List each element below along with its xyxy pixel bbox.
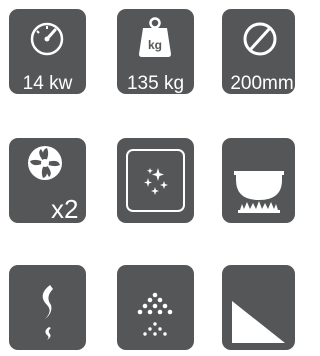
fan-icon: [28, 146, 62, 180]
dot-pattern-icon: [137, 292, 173, 336]
diameter-icon: [243, 22, 277, 56]
weight-tile: kg 135 kg: [117, 9, 194, 94]
pot-flame-icon: [234, 171, 284, 213]
clean-tile: [117, 138, 194, 223]
triangle-icon: [232, 301, 285, 343]
gauge-icon: [30, 22, 64, 56]
smoke-icon: [42, 285, 53, 340]
weight-kg-icon: kg: [139, 17, 171, 57]
weight-value: 135 kg: [126, 73, 185, 94]
dots-tile: [117, 265, 194, 350]
power-tile: 14 kw: [9, 9, 86, 94]
diameter-value: 200mm: [230, 73, 294, 94]
diameter-tile: 200mm: [222, 9, 295, 94]
power-value: 14 kw: [22, 73, 73, 94]
slope-tile: [222, 265, 295, 350]
fan-count: x2: [51, 194, 79, 223]
sparkle-glass-icon: [126, 149, 185, 212]
weight-kg-icon-text: kg: [148, 38, 162, 52]
hob-tile: [222, 138, 295, 223]
fans-tile: x2: [9, 138, 86, 223]
smoke-tile: [9, 265, 86, 350]
